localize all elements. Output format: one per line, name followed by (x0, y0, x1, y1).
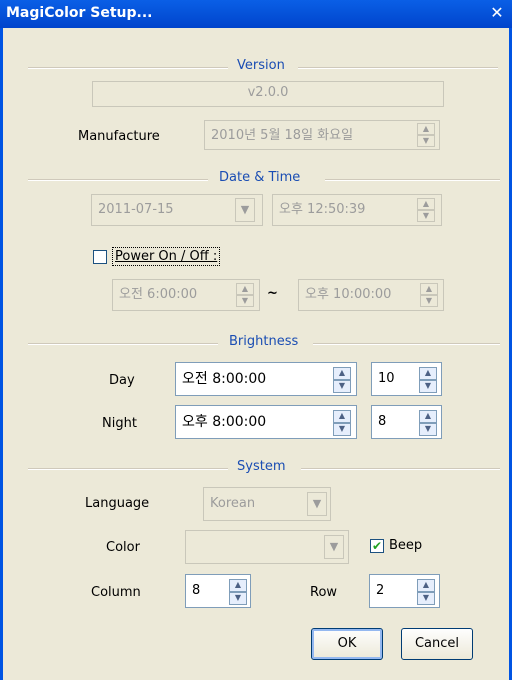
row-spinner[interactable]: ▲ ▼ (417, 579, 435, 605)
spin-down-icon[interactable]: ▼ (333, 380, 351, 393)
spin-up-icon[interactable]: ▲ (333, 367, 351, 380)
datetime-divider-left (28, 179, 208, 181)
datetime-section-label: Date & Time (213, 170, 307, 185)
night-label: Night (102, 416, 137, 431)
brightness-divider-right (313, 343, 500, 345)
spin-down-icon[interactable]: ▼ (419, 423, 437, 436)
manufacture-label: Manufacture (78, 129, 160, 144)
system-section-label: System (231, 459, 292, 474)
power-off-spinner: ▲ ▼ (420, 283, 438, 307)
spin-up-icon[interactable]: ▲ (419, 367, 437, 380)
datetime-divider-right (325, 179, 500, 181)
system-divider-right (301, 468, 500, 470)
brightness-section-label: Brightness (223, 334, 305, 349)
date-dropdown-icon: ▼ (235, 198, 255, 222)
spin-up-icon: ▲ (420, 283, 438, 295)
beep-checkbox[interactable]: ✔ (370, 539, 384, 553)
manufacture-date-field: 2010년 5월 18일 화요일 (204, 120, 440, 150)
manufacture-spinner: ▲ ▼ (417, 123, 435, 147)
spin-up-icon: ▲ (417, 198, 435, 210)
spin-down-icon: ▼ (236, 295, 254, 307)
power-checkbox[interactable] (93, 250, 107, 264)
language-label: Language (85, 496, 150, 511)
spin-down-icon: ▼ (417, 210, 435, 222)
spin-up-icon: ▲ (417, 123, 435, 135)
spin-up-icon[interactable]: ▲ (417, 579, 435, 592)
system-divider-left (28, 468, 228, 470)
power-on-spinner: ▲ ▼ (236, 283, 254, 307)
version-section-label: Version (231, 58, 291, 73)
spin-down-icon[interactable]: ▼ (419, 380, 437, 393)
color-dropdown-icon: ▼ (324, 535, 344, 559)
close-button[interactable]: ✕ (488, 4, 506, 22)
setup-dialog: MagiColor Setup... ✕ Version v2.0.0 Manu… (0, 0, 512, 680)
cancel-button[interactable]: Cancel (401, 628, 473, 660)
language-dropdown-icon: ▼ (307, 492, 327, 516)
version-divider-right (298, 67, 498, 69)
night-time-spinner[interactable]: ▲ ▼ (333, 410, 351, 436)
version-field: v2.0.0 (92, 81, 444, 107)
spin-up-icon: ▲ (236, 283, 254, 295)
beep-label[interactable]: Beep (389, 538, 422, 553)
window-title: MagiColor Setup... (6, 5, 153, 21)
spin-down-icon[interactable]: ▼ (333, 423, 351, 436)
day-label: Day (109, 373, 135, 388)
power-label[interactable]: Power On / Off : (112, 247, 221, 266)
spin-up-icon[interactable]: ▲ (419, 410, 437, 423)
night-time-field[interactable]: 오후 8:00:00 (175, 405, 357, 439)
spin-down-icon: ▼ (420, 295, 438, 307)
tilde-separator: ~ (267, 286, 278, 301)
night-value-spinner[interactable]: ▲ ▼ (419, 410, 437, 436)
day-time-spinner[interactable]: ▲ ▼ (333, 367, 351, 393)
title-bar[interactable]: MagiColor Setup... ✕ (0, 0, 512, 28)
spin-down-icon[interactable]: ▼ (229, 592, 247, 605)
spin-down-icon: ▼ (417, 135, 435, 147)
brightness-divider-left (28, 343, 218, 345)
spin-up-icon[interactable]: ▲ (333, 410, 351, 423)
column-label: Column (91, 585, 141, 600)
time-spinner: ▲ ▼ (417, 198, 435, 222)
day-time-field[interactable]: 오전 8:00:00 (175, 362, 357, 396)
row-label: Row (310, 585, 338, 600)
color-label: Color (106, 540, 140, 555)
spin-down-icon[interactable]: ▼ (417, 592, 435, 605)
version-divider-left (28, 67, 228, 69)
day-value-spinner[interactable]: ▲ ▼ (419, 367, 437, 393)
spin-up-icon[interactable]: ▲ (229, 579, 247, 592)
ok-button[interactable]: OK (311, 628, 383, 660)
column-spinner[interactable]: ▲ ▼ (229, 579, 247, 605)
